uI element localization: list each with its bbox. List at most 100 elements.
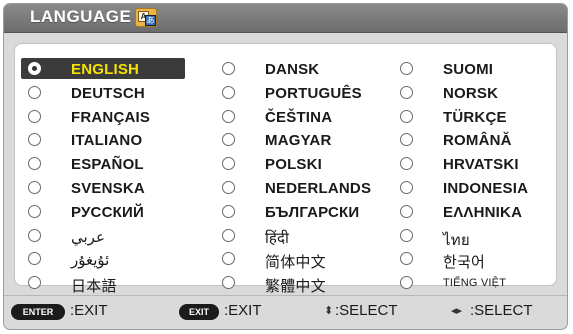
language-label: 日本語 (71, 277, 117, 296)
radio-button-icon[interactable] (400, 228, 413, 242)
enter-key-icon: ENTER (11, 304, 65, 320)
enter-exit-label: :EXIT (70, 302, 108, 319)
language-option[interactable]: 简体中文 (215, 248, 375, 272)
language-option[interactable]: HRVATSKI (393, 153, 553, 175)
language-option[interactable]: DEUTSCH (21, 82, 181, 104)
radio-button-icon[interactable] (28, 276, 41, 290)
radio-button-icon[interactable] (28, 109, 41, 123)
radio-button-icon[interactable] (222, 252, 235, 266)
language-option[interactable]: ESPAÑOL (21, 153, 181, 175)
language-label: NORSK (443, 84, 499, 102)
language-option[interactable]: ไทย (393, 225, 553, 249)
language-label: ENGLISH (71, 61, 140, 78)
language-option[interactable]: TÜRKÇE (393, 106, 553, 128)
language-option[interactable]: SVENSKA (21, 177, 181, 199)
language-icon: A あ (135, 8, 157, 27)
language-option[interactable]: MAGYAR (215, 129, 375, 151)
radio-button-icon[interactable] (400, 204, 413, 218)
language-label: ESPAÑOL (71, 156, 144, 174)
language-label: TÜRKÇE (443, 108, 507, 126)
language-label: ΕΛΛΗΝΙΚΑ (443, 203, 523, 221)
radio-button-icon[interactable] (28, 204, 41, 218)
radio-button-icon[interactable] (400, 133, 413, 147)
language-option[interactable]: ČEŠTINA (215, 106, 375, 128)
language-icon-glyph-b: あ (145, 15, 156, 26)
radio-button-icon[interactable] (222, 181, 235, 194)
language-option[interactable]: PORTUGUÊS (215, 82, 375, 104)
language-label: हिंदी (265, 228, 290, 247)
language-label: БЪЛГАРСКИ (265, 203, 360, 221)
radio-button-icon[interactable] (28, 228, 41, 242)
language-option[interactable]: ROMÂNĂ (393, 129, 553, 151)
radio-button-icon[interactable] (222, 276, 235, 290)
radio-button-icon[interactable] (222, 62, 235, 75)
radio-button-icon[interactable] (222, 204, 235, 218)
language-list-panel: ENGLISH DEUTSCH FRANÇAIS ITALIANO ESPAÑOL SVE… (14, 43, 557, 295)
radio-button-icon[interactable] (400, 157, 413, 171)
language-option[interactable]: NORSK (393, 82, 553, 104)
up-down-arrows-icon: ⬍ (324, 305, 334, 317)
language-label: ROMÂNĂ (443, 132, 512, 150)
radio-button-icon[interactable] (222, 109, 235, 123)
radio-button-icon[interactable] (222, 157, 235, 171)
language-window: LANGUAGE A あ ENGLISH DEUTSCH FRANÇAIS ITALI… (3, 3, 568, 330)
language-option[interactable]: NEDERLANDS (215, 177, 375, 199)
language-option[interactable]: عربي (21, 225, 181, 247)
language-option[interactable]: POLSKI (215, 153, 375, 175)
radio-button-icon[interactable] (28, 181, 41, 194)
language-label: ČEŠTINA (265, 108, 333, 126)
language-option[interactable]: ΕΛΛΗΝΙΚΑ (393, 201, 553, 223)
language-option[interactable]: 繁體中文 (215, 272, 375, 295)
updown-select-label: :SELECT (335, 302, 398, 319)
radio-button-icon[interactable] (28, 62, 41, 75)
radio-button-icon[interactable] (400, 181, 413, 194)
language-label: SVENSKA (71, 180, 145, 197)
language-label: ITALIANO (71, 132, 143, 150)
language-option[interactable]: INDONESIA (393, 177, 553, 199)
language-option[interactable]: РУССКИЙ (21, 201, 181, 223)
radio-button-icon[interactable] (400, 109, 413, 123)
language-label: РУССКИЙ (71, 203, 144, 221)
language-option[interactable]: हिंदी (215, 225, 375, 247)
exit-exit-label: :EXIT (224, 302, 262, 319)
language-label: ئۇيغۇر (71, 251, 110, 270)
language-label: HRVATSKI (443, 156, 519, 174)
left-right-arrows-icon: ◂▸ (451, 305, 463, 317)
language-option[interactable]: SUOMI (393, 58, 553, 80)
radio-button-icon[interactable] (222, 228, 235, 242)
language-label: 한국어 (443, 253, 486, 272)
language-label: NEDERLANDS (265, 180, 372, 197)
radio-button-icon[interactable] (400, 276, 413, 290)
language-option[interactable]: ENGLISH (21, 58, 185, 80)
title-bar: LANGUAGE A あ (4, 4, 567, 33)
language-label: POLSKI (265, 156, 323, 174)
language-option[interactable]: 日本語 (21, 272, 181, 296)
radio-button-icon[interactable] (28, 252, 41, 266)
language-option[interactable]: FRANÇAIS (21, 106, 181, 128)
language-label: 简体中文 (265, 253, 326, 272)
language-label: INDONESIA (443, 180, 529, 197)
exit-key-icon: EXIT (179, 304, 219, 320)
footer-hints: ENTER :EXIT EXIT :EXIT ⬍ :SELECT ◂▸ :SEL… (4, 295, 567, 329)
language-label: عربي (71, 227, 105, 246)
footer-divider (4, 295, 567, 296)
radio-button-icon[interactable] (222, 133, 235, 147)
radio-button-icon[interactable] (28, 133, 41, 147)
language-label: TIẾNG VIỆT (443, 277, 507, 290)
language-option[interactable]: 한국어 (393, 248, 553, 272)
language-option[interactable]: БЪЛГАРСКИ (215, 201, 375, 223)
language-option[interactable]: ITALIANO (21, 129, 181, 151)
radio-button-icon[interactable] (222, 85, 235, 99)
radio-button-icon[interactable] (28, 157, 41, 171)
radio-button-icon[interactable] (400, 252, 413, 266)
language-label: SUOMI (443, 61, 494, 78)
window-title: LANGUAGE (30, 7, 132, 26)
language-option[interactable]: ئۇيغۇر (21, 248, 181, 270)
radio-button-icon[interactable] (28, 85, 41, 99)
language-option[interactable]: DANSK (215, 58, 375, 80)
language-label: MAGYAR (265, 132, 332, 150)
radio-button-icon[interactable] (400, 62, 413, 75)
language-label: DEUTSCH (71, 84, 145, 102)
radio-button-icon[interactable] (400, 85, 413, 99)
language-option[interactable]: TIẾNG VIỆT (393, 272, 553, 294)
